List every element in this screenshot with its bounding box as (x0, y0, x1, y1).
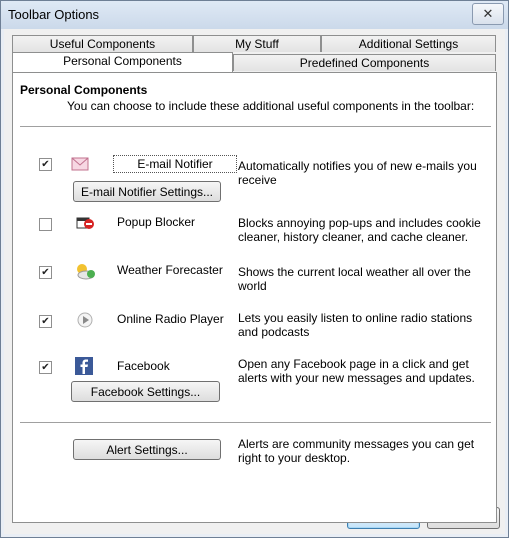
close-icon: ✕ (482, 6, 494, 21)
alert-description: Alerts are community messages you can ge… (238, 437, 475, 465)
section-description: You can choose to include these addition… (67, 99, 475, 113)
dialog-client: Useful Components My Stuff Additional Se… (4, 29, 505, 534)
section-title: Personal Components (20, 83, 148, 97)
top-separator (20, 126, 491, 127)
popup-blocker-icon (75, 214, 95, 234)
close-button[interactable]: ✕ (472, 3, 504, 25)
popup-blocker-description: Blocks annoying pop-ups and includes coo… (238, 216, 481, 244)
facebook-description: Open any Facebook page in a click and ge… (238, 357, 475, 385)
toolbar-options-window: Toolbar Options ✕ Useful Components My S… (0, 0, 509, 538)
window-title: Toolbar Options (8, 7, 100, 22)
popup-blocker-label: Popup Blocker (117, 215, 196, 229)
alert-settings-button[interactable]: Alert Settings... (73, 439, 221, 460)
personal-components-panel: Personal Components You can choose to in… (12, 72, 497, 523)
online-radio-player-description: Lets you easily listen to online radio s… (238, 311, 473, 339)
email-notifier-description: Automatically notifies you of new e-mail… (238, 159, 477, 187)
facebook-icon (74, 356, 94, 376)
tab-useful-components[interactable]: Useful Components (12, 35, 193, 52)
weather-forecaster-label: Weather Forecaster (117, 263, 223, 277)
facebook-checkbox[interactable]: ✔ (39, 361, 52, 374)
weather-icon (73, 261, 97, 281)
online-radio-player-checkbox[interactable]: ✔ (39, 315, 52, 328)
email-notifier-checkbox[interactable]: ✔ (39, 158, 52, 171)
email-notifier-settings-button[interactable]: E-mail Notifier Settings... (73, 181, 221, 202)
popup-blocker-checkbox[interactable] (39, 218, 52, 231)
online-radio-player-label: Online Radio Player (117, 312, 224, 326)
tab-personal-components[interactable]: Personal Components (12, 52, 233, 72)
envelope-icon (70, 154, 90, 174)
email-notifier-label: E-mail Notifier (113, 155, 237, 173)
tab-my-stuff[interactable]: My Stuff (193, 35, 321, 52)
weather-forecaster-description: Shows the current local weather all over… (238, 265, 471, 293)
bottom-separator (20, 422, 491, 423)
tab-additional-settings[interactable]: Additional Settings (321, 35, 496, 52)
facebook-label: Facebook (117, 359, 170, 373)
tab-predefined-components[interactable]: Predefined Components (233, 54, 496, 71)
title-bar[interactable]: Toolbar Options ✕ (1, 1, 508, 29)
weather-forecaster-checkbox[interactable]: ✔ (39, 266, 52, 279)
radio-play-icon (75, 310, 95, 330)
facebook-settings-button[interactable]: Facebook Settings... (71, 381, 220, 402)
